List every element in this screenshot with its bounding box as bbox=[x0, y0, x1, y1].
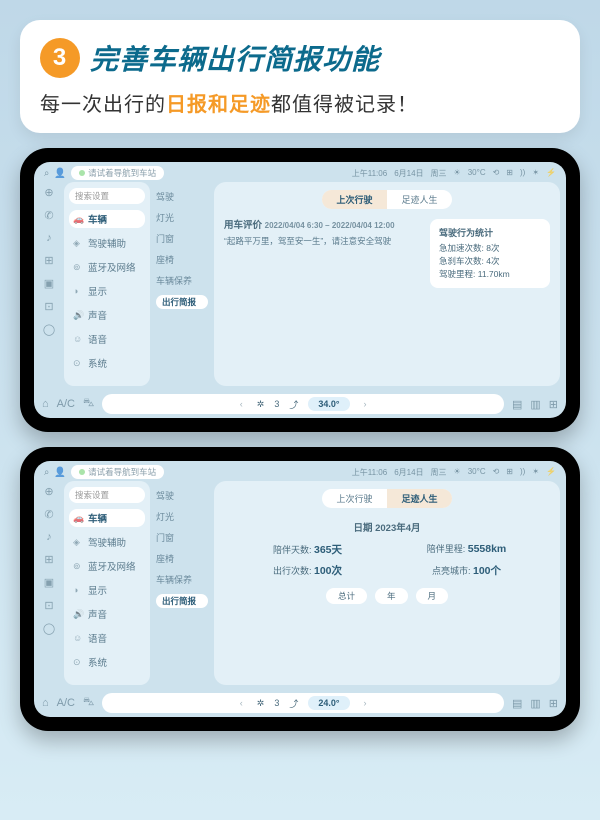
hero-card: 3 完善车辆出行简报功能 每一次出行的日报和足迹都值得被记录！ bbox=[20, 20, 580, 133]
compass-icon[interactable]: ⊕ bbox=[44, 186, 53, 199]
left-iconrail: ⊕ ✆ ♪ ⊞ ▣ ⊡ ◯ bbox=[40, 182, 58, 386]
search-input[interactable]: 搜索设置 bbox=[69, 487, 145, 503]
grid-icon[interactable]: ⊞ bbox=[44, 254, 53, 267]
more-icon[interactable]: ◯ bbox=[43, 323, 55, 336]
content-panel: 上次行驶 足迹人生 日期 2023年4月 陪伴天数: 365天 陪伴里程: 55… bbox=[214, 481, 560, 685]
hero-title-text: 完善车辆出行简报功能 bbox=[90, 38, 380, 78]
nav-vehicle[interactable]: 🚗车辆 bbox=[69, 210, 145, 228]
clock: 上午11:06 bbox=[352, 168, 387, 179]
menu-icon[interactable]: ⊞ bbox=[549, 398, 558, 411]
video-icon[interactable]: ▣ bbox=[44, 277, 54, 290]
report-tabs: 上次行驶 足迹人生 bbox=[322, 190, 452, 209]
chevron-left-icon[interactable]: ‹ bbox=[236, 399, 247, 409]
apps-icon[interactable]: ⊡ bbox=[44, 300, 53, 313]
chip-month[interactable]: 月 bbox=[416, 588, 449, 604]
period-chips: 总计 年 月 bbox=[224, 588, 550, 604]
nav-system[interactable]: ⊙系统 bbox=[69, 354, 145, 372]
subnav-trip-report[interactable]: 出行简报 bbox=[156, 295, 208, 309]
nav-bt[interactable]: ⊚蓝牙及网络 bbox=[69, 258, 145, 276]
left-iconrail: ⊕✆♪⊞▣⊡◯ bbox=[40, 481, 58, 685]
airflow-icon[interactable]: ⤴ bbox=[289, 398, 298, 411]
avatar-icon[interactable]: 👤 bbox=[54, 168, 66, 179]
rating-block: 用车评价 2022/04/04 6:30 – 2022/04/04 12:00 … bbox=[224, 217, 550, 288]
chevron-right-icon[interactable]: › bbox=[360, 399, 371, 409]
step-badge: 3 bbox=[40, 38, 80, 78]
status-bar: ⌕ 👤 请试着导航到车站 上午11:06 6月14日 周三 ☀ 30°C ⟲ ⊞… bbox=[34, 162, 566, 182]
avatar-icon[interactable]: 👤 bbox=[54, 467, 66, 478]
sub-nav: 驾驶 灯光 门窗 座椅 车辆保养 出行简报 bbox=[156, 481, 208, 685]
nav-adas[interactable]: ◈驾驶辅助 bbox=[69, 234, 145, 252]
search-icon[interactable]: ⌕ bbox=[44, 467, 49, 478]
location-pill[interactable]: 请试着导航到车站 bbox=[71, 465, 164, 479]
climate-dock: ⌂ A/C ⛍ ‹ ✲3 ⤴ 34.0° › ▤ ▥ ⊞ bbox=[34, 390, 566, 418]
defrost-rear-icon[interactable]: ▥ bbox=[530, 398, 540, 411]
hero-title: 3 完善车辆出行简报功能 bbox=[40, 38, 560, 78]
life-block: 日期 2023年4月 陪伴天数: 365天 陪伴里程: 5558km 出行次数:… bbox=[224, 516, 550, 604]
weather-icon: ☀ bbox=[454, 168, 461, 179]
search-input[interactable]: 搜索设置 bbox=[69, 188, 145, 204]
home-icon[interactable]: ⌂ bbox=[42, 398, 49, 410]
music-icon[interactable]: ♪ bbox=[46, 232, 52, 244]
tab-footprint[interactable]: 足迹人生 bbox=[387, 489, 452, 508]
content-panel: 上次行驶 足迹人生 用车评价 2022/04/04 6:30 – 2022/04… bbox=[214, 182, 560, 386]
nav-display[interactable]: ◑显示 bbox=[69, 282, 145, 300]
life-date: 日期 2023年4月 bbox=[224, 520, 550, 534]
settings-nav: 搜索设置 🚗车辆 ◈驾驶辅助 ⊚蓝牙及网络 ◑显示 🔊声音 ☺语音 ⊙系统 bbox=[64, 182, 150, 386]
phone-icon[interactable]: ✆ bbox=[44, 209, 53, 222]
chip-total[interactable]: 总计 bbox=[326, 588, 367, 604]
nav-voice[interactable]: ☺语音 bbox=[69, 330, 145, 348]
car-icon[interactable]: ⛍ bbox=[83, 397, 94, 411]
defrost-front-icon[interactable]: ▤ bbox=[512, 398, 522, 411]
temp-pill[interactable]: 34.0° bbox=[308, 397, 349, 411]
nav-sound[interactable]: 🔊声音 bbox=[69, 306, 145, 324]
location-pill[interactable]: 请试着导航到车站 bbox=[71, 166, 164, 180]
climate-bar: ‹ ✲3 ⤴ 34.0° › bbox=[102, 394, 504, 414]
status-bar: ⌕ 👤 请试着导航到车站 上午11:06 6月14日 周三 ☀ 30°C ⟲ ⊞… bbox=[34, 461, 566, 481]
tablet-mock-1: ⌕ 👤 请试着导航到车站 上午11:06 6月14日 周三 ☀ 30°C ⟲ ⊞… bbox=[20, 148, 580, 432]
fan-icon[interactable]: ✲ bbox=[257, 399, 265, 410]
ac-button[interactable]: A/C bbox=[57, 398, 75, 410]
chip-year[interactable]: 年 bbox=[375, 588, 408, 604]
search-icon[interactable]: ⌕ bbox=[44, 168, 49, 179]
settings-nav: 搜索设置 🚗车辆 ◈驾驶辅助 ⊚蓝牙及网络 ◑显示 🔊声音 ☺语音 ⊙系统 bbox=[64, 481, 150, 685]
screen-2: ⌕ 👤 请试着导航到车站 上午11:06 6月14日 周三 ☀ 30°C ⟲ ⊞… bbox=[34, 461, 566, 717]
tab-last-trip[interactable]: 上次行驶 bbox=[322, 190, 387, 209]
report-tabs: 上次行驶 足迹人生 bbox=[322, 489, 452, 508]
tablet-mock-2: ⌕ 👤 请试着导航到车站 上午11:06 6月14日 周三 ☀ 30°C ⟲ ⊞… bbox=[20, 447, 580, 731]
screen-1: ⌕ 👤 请试着导航到车站 上午11:06 6月14日 周三 ☀ 30°C ⟲ ⊞… bbox=[34, 162, 566, 418]
tab-last-trip[interactable]: 上次行驶 bbox=[322, 489, 387, 508]
hero-subtitle: 每一次出行的日报和足迹都值得被记录！ bbox=[40, 88, 560, 117]
sub-nav: 驾驶 灯光 门窗 座椅 车辆保养 出行简报 bbox=[156, 182, 208, 386]
climate-dock: ⌂ A/C ⛍ ‹ ✲3 ⤴ 24.0° › ▤ ▥ ⊞ bbox=[34, 689, 566, 717]
tab-footprint[interactable]: 足迹人生 bbox=[387, 190, 452, 209]
driving-stats-card: 驾驶行为统计 急加速次数: 8次 急刹车次数: 4次 驾驶里程: 11.70km bbox=[430, 219, 550, 288]
